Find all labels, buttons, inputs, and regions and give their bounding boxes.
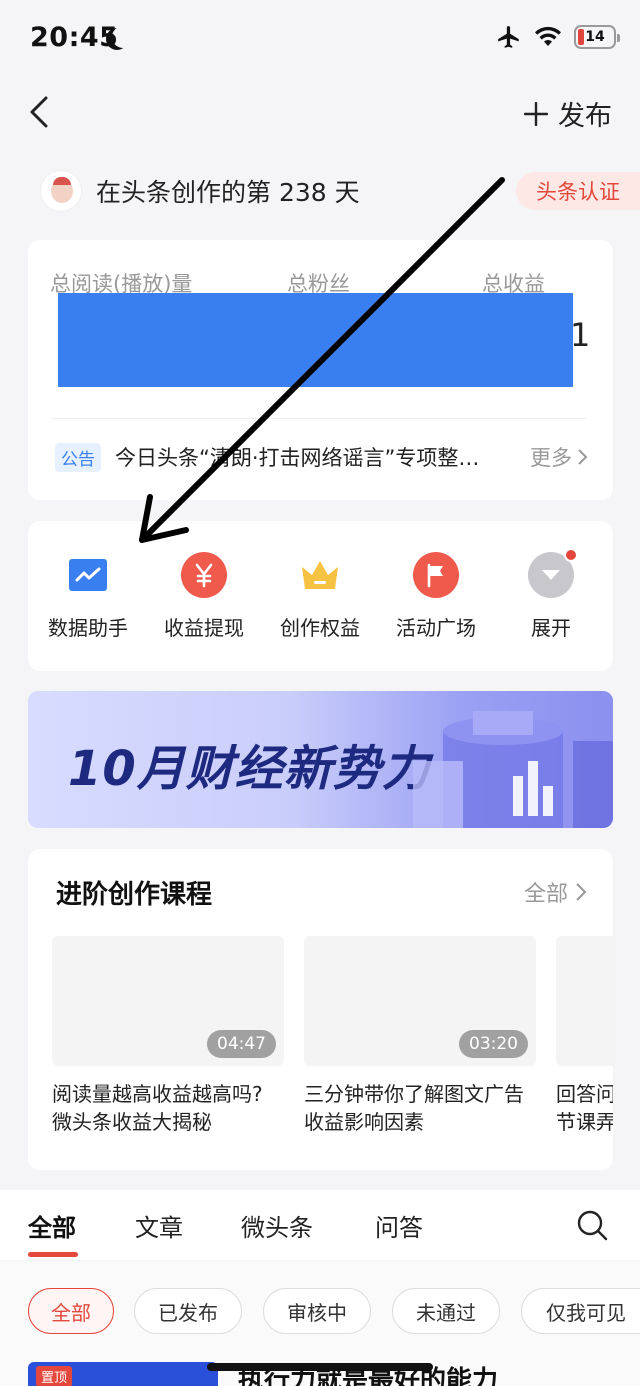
battery-level: 14 [585,29,605,45]
course-name-line: 回答问 [556,1082,613,1106]
filter-chip-reviewing[interactable]: 审核中 [263,1288,371,1334]
tab-articles[interactable]: 文章 [135,1208,183,1243]
chevron-right-icon [576,883,587,901]
filter-chip-published[interactable]: 已发布 [134,1288,242,1334]
pin-tag: 置顶 [36,1366,73,1386]
stat-value-tail: 1 [570,316,591,354]
status-time: 20:45 [30,22,119,53]
course-all-link[interactable]: 全部 [524,876,588,908]
notice-more-link[interactable]: 更多 [530,442,590,472]
filter-chip-rejected[interactable]: 未通过 [392,1288,500,1334]
battery-icon: 14 [574,25,620,49]
action-label: 活动广场 [396,616,476,640]
search-icon[interactable] [576,1209,608,1241]
action-label: 数据助手 [48,616,128,640]
active-tab-indicator [28,1252,78,1257]
verify-badge[interactable]: 头条认证 [516,172,640,210]
crown-icon [297,552,343,598]
tab-all[interactable]: 全部 [28,1208,76,1243]
buildings-illustration [413,711,613,828]
content-tabs [0,1190,640,1260]
moon-icon [112,26,134,48]
course-name-line: 微头条收益大揭秘 [52,1110,212,1134]
action-data-assistant[interactable]: 数据助手 [33,552,143,641]
notice-more-label: 更多 [530,446,572,470]
creator-days-text: 在头条创作的第 238 天 [96,178,360,207]
course-all-label: 全部 [523,882,568,907]
chart-icon [65,552,111,598]
chevron-right-icon [578,449,588,465]
course-thumbnail[interactable]: 03:20 [304,936,536,1066]
course-name-line: 节课弄 [556,1110,613,1134]
expand-icon [528,548,578,598]
notice-tag: 公告 [55,442,101,472]
promo-banner[interactable]: 10月财经新势力 [28,691,613,828]
home-indicator [207,1363,433,1371]
filter-chip-private[interactable]: 仅我可见 [521,1288,640,1334]
plus-icon [524,101,548,126]
action-expand[interactable]: 展开 [496,548,606,641]
back-icon[interactable] [24,94,60,130]
notice-row[interactable]: 公告 今日头条“清朗·打击网络谣言”专项整… 更多 [55,442,590,472]
stats-divider [52,418,587,419]
course-name-line: 收益影响因素 [304,1110,424,1134]
course-name[interactable]: 回答问 节课弄 [556,1080,613,1136]
publish-label: 发布 [558,101,612,132]
wifi-icon [535,26,561,46]
tab-qa[interactable]: 问答 [375,1208,423,1243]
action-creator-rights[interactable]: 创作权益 [265,552,375,641]
course-thumbnail[interactable] [556,936,613,1066]
action-label: 展开 [531,616,571,640]
duration-badge: 04:47 [207,1030,276,1058]
action-label: 收益提现 [164,616,244,640]
yuan-icon [181,552,227,598]
creator-info: 在头条创作的第 238 天 [40,170,360,212]
avatar[interactable] [40,170,82,212]
publish-button[interactable]: 发布 [524,94,612,133]
banner-text: 10月财经新势力 [68,741,431,797]
airplane-icon [498,26,519,48]
course-name[interactable]: 阅读量越高收益越高吗? 微头条收益大揭秘 [52,1080,292,1136]
action-activity-square[interactable]: 活动广场 [381,552,491,641]
flag-icon [413,552,459,598]
notice-text: 今日头条“清朗·打击网络谣言”专项整… [115,446,480,470]
action-label: 创作权益 [280,616,360,640]
filter-chip-all[interactable]: 全部 [28,1288,114,1334]
notification-dot [564,548,578,562]
duration-badge: 03:20 [459,1030,528,1058]
action-income-withdraw[interactable]: 收益提现 [149,552,259,641]
status-icons: 14 [496,24,620,50]
stats-redaction [58,293,573,387]
course-name-line: 阅读量越高收益越高吗? [52,1082,263,1106]
article-thumbnail[interactable]: 置顶 [28,1362,218,1386]
course-name-line: 三分钟带你了解图文广告 [304,1082,524,1106]
course-name[interactable]: 三分钟带你了解图文广告 收益影响因素 [304,1080,544,1136]
tab-micro-posts[interactable]: 微头条 [241,1208,313,1243]
course-section-title: 进阶创作课程 [56,880,213,910]
course-thumbnail[interactable]: 04:47 [52,936,284,1066]
